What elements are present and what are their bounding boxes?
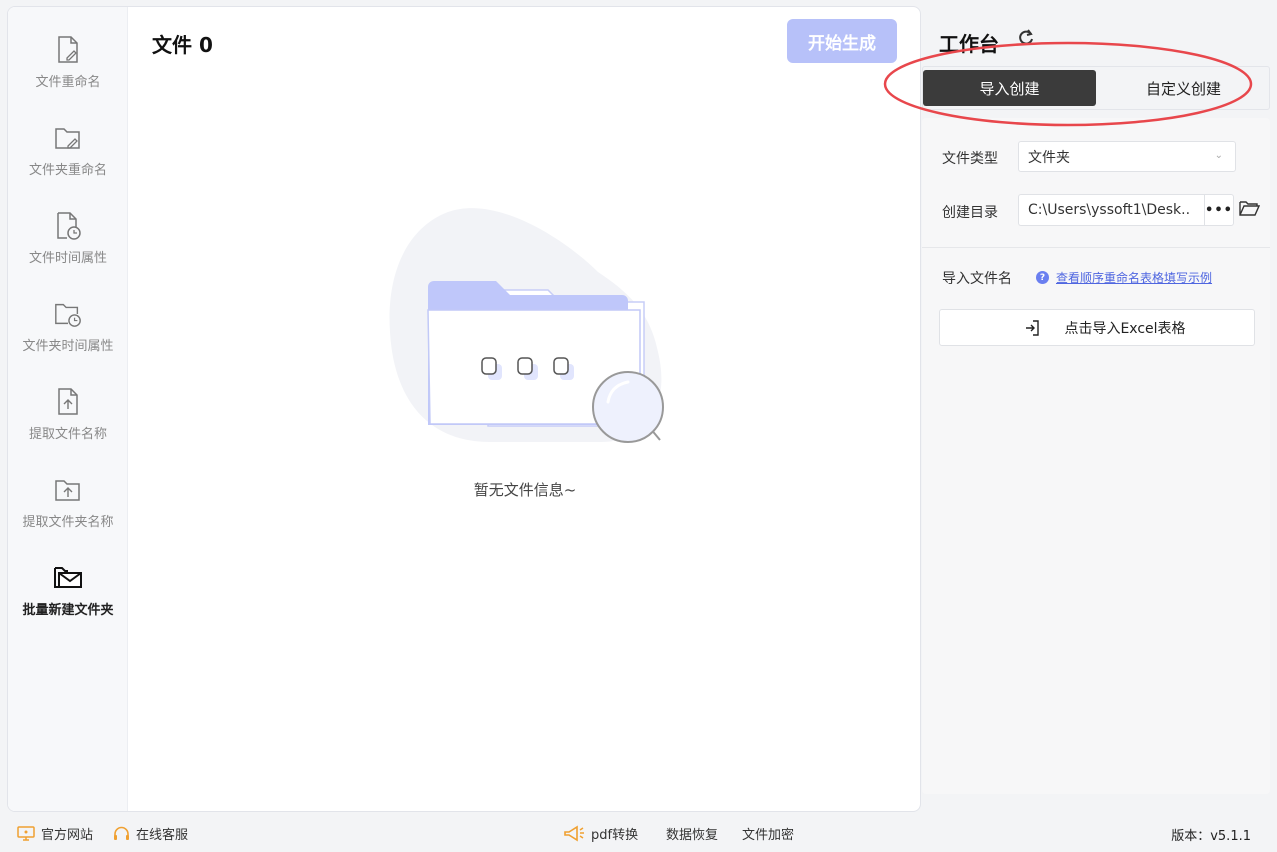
megaphone-icon	[563, 825, 585, 842]
folder-mail-icon	[53, 563, 83, 593]
import-excel-label: 点击导入Excel表格	[1064, 320, 1186, 337]
create-dir-input[interactable]: C:\Users\yssoft1\Desk..	[1018, 194, 1204, 226]
create-mode-tabs: 导入创建 自定义创建	[922, 66, 1270, 110]
file-encrypt-link[interactable]: 文件加密	[742, 824, 794, 843]
sidebar-item-folder-time[interactable]: 文件夹时间属性	[8, 271, 128, 359]
create-dir-label: 创建目录	[942, 205, 998, 221]
workbench-panel: 工作台 导入创建 自定义创建 文件类型 文件夹 ⌄ 创建目录 C:\Users\…	[922, 0, 1277, 812]
import-icon	[1024, 320, 1040, 340]
version-text: 版本：v5.1.1	[1171, 829, 1251, 844]
sidebar-item-extract-folder[interactable]: 提取文件夹名称	[8, 447, 128, 535]
main-panel: 文件 0 开始生成 暂无文件信息~	[128, 7, 920, 811]
sidebar-item-batch-folder[interactable]: 批量新建文件夹	[8, 535, 128, 623]
headset-icon	[113, 826, 130, 842]
sidebar-item-label: 文件重命名	[35, 75, 101, 90]
help-example: ? 查看顺序重命名表格填写示例	[1036, 269, 1212, 286]
file-type-select[interactable]: 文件夹 ⌄	[1018, 141, 1236, 172]
open-folder-icon[interactable]	[1239, 200, 1261, 221]
file-upload-icon	[53, 387, 83, 417]
tab-import-create[interactable]: 导入创建	[923, 70, 1096, 106]
file-type-label: 文件类型	[942, 151, 998, 167]
online-support-link[interactable]: 在线客服	[113, 824, 188, 843]
example-link[interactable]: 查看顺序重命名表格填写示例	[1056, 269, 1212, 286]
sidebar-item-label: 提取文件夹名称	[22, 515, 114, 530]
sidebar-item-file-rename[interactable]: 文件重命名	[8, 7, 128, 95]
pdf-convert-label: pdf转换	[591, 828, 639, 843]
app-window: 文件重命名 文件夹重命名 文件时间属性 文件夹时间属性 提取文件名称 提取文件夹…	[7, 6, 921, 812]
sidebar-item-label: 提取文件名称	[28, 427, 107, 442]
file-encrypt-label: 文件加密	[742, 828, 795, 843]
sidebar-item-label: 文件夹重命名	[28, 163, 107, 178]
data-recovery-link[interactable]: 数据恢复	[666, 824, 718, 843]
file-edit-icon	[53, 35, 83, 65]
official-website-label: 官方网站	[41, 828, 94, 843]
folder-clock-icon	[53, 299, 83, 329]
pdf-convert-link[interactable]: pdf转换	[563, 824, 638, 843]
divider	[922, 247, 1270, 248]
refresh-icon[interactable]	[1017, 28, 1035, 50]
folder-edit-icon	[53, 123, 83, 153]
monitor-icon	[17, 826, 35, 841]
folder-upload-icon	[53, 475, 83, 505]
data-recovery-label: 数据恢复	[666, 828, 719, 843]
empty-state-text: 暂无文件信息~	[473, 481, 577, 499]
online-support-label: 在线客服	[136, 828, 189, 843]
browse-more-button[interactable]: •••	[1204, 194, 1234, 226]
file-type-value: 文件夹	[1028, 149, 1070, 166]
file-clock-icon	[53, 211, 83, 241]
page-title: 文件 0	[152, 33, 213, 57]
question-icon: ?	[1036, 271, 1049, 284]
sidebar-item-label: 文件夹时间属性	[22, 339, 114, 354]
start-generate-button[interactable]: 开始生成	[787, 19, 897, 63]
official-website-link[interactable]: 官方网站	[17, 824, 93, 843]
import-filename-label: 导入文件名	[942, 271, 1012, 287]
status-bar: 官方网站 在线客服 pdf转换 数据恢复 文件加密 版本：v5.1.1	[0, 812, 1277, 852]
empty-folder-illustration	[378, 202, 678, 456]
tab-custom-create[interactable]: 自定义创建	[1096, 70, 1271, 106]
sidebar-item-extract-file[interactable]: 提取文件名称	[8, 359, 128, 447]
chevron-down-icon: ⌄	[1214, 150, 1223, 161]
sidebar: 文件重命名 文件夹重命名 文件时间属性 文件夹时间属性 提取文件名称 提取文件夹…	[8, 7, 128, 811]
sidebar-item-label: 批量新建文件夹	[22, 603, 114, 618]
workbench-form: 文件类型 文件夹 ⌄ 创建目录 C:\Users\yssoft1\Desk.. …	[922, 118, 1270, 794]
sidebar-item-file-time[interactable]: 文件时间属性	[8, 183, 128, 271]
workbench-title: 工作台	[939, 32, 999, 56]
sidebar-item-label: 文件时间属性	[28, 251, 107, 266]
import-excel-button[interactable]: 点击导入Excel表格	[939, 309, 1255, 346]
sidebar-item-folder-rename[interactable]: 文件夹重命名	[8, 95, 128, 183]
